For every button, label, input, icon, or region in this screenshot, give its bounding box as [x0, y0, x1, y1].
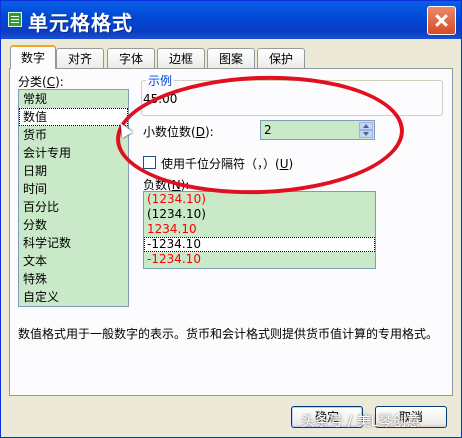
negative-format-item-selected[interactable]: -1234.10	[144, 237, 375, 252]
category-item[interactable]: 自定义	[19, 288, 128, 306]
category-item[interactable]: 文本	[19, 252, 128, 270]
category-item[interactable]: 百分比	[19, 198, 128, 216]
tab-font[interactable]: 字体	[107, 48, 155, 68]
category-item-selected[interactable]: 数值	[19, 108, 128, 126]
window-title: 单元格格式	[28, 11, 133, 35]
negative-format-item[interactable]: (1234.10)	[144, 207, 375, 222]
negative-format-item[interactable]: -1234.10	[144, 252, 375, 267]
category-item[interactable]: 时间	[19, 180, 128, 198]
category-list[interactable]: 常规 数值 货币 会计专用 日期 时间 百分比 分数 科学记数 文本 特殊 自定…	[18, 89, 129, 307]
negative-format-item[interactable]: 1234.10	[144, 222, 375, 237]
dialog-window: 单元格格式 数字 对齐 字体 边框 图案 保护 分类(C): 常规 数值 货币 …	[0, 0, 462, 438]
category-item[interactable]: 分数	[19, 216, 128, 234]
format-description: 数值格式用于一般数字的表示。货币和会计格式则提供货币值计算的专用格式。	[18, 327, 439, 341]
category-item[interactable]: 会计专用	[19, 144, 128, 162]
title-bar[interactable]: 单元格格式	[1, 1, 461, 39]
tab-alignment[interactable]: 对齐	[56, 48, 104, 68]
tab-protection[interactable]: 保护	[257, 48, 305, 68]
close-icon[interactable]	[427, 6, 456, 35]
category-item[interactable]: 常规	[19, 90, 128, 108]
category-item[interactable]: 货币	[19, 126, 128, 144]
tab-patterns[interactable]: 图案	[207, 48, 255, 68]
sample-legend: 示例	[146, 72, 175, 89]
tab-number[interactable]: 数字	[10, 45, 56, 69]
spreadsheet-app-icon	[8, 12, 22, 27]
negative-format-item[interactable]: (1234.10)	[144, 192, 375, 207]
category-item[interactable]: 科学记数	[19, 234, 128, 252]
category-item[interactable]: 特殊	[19, 270, 128, 288]
tab-border[interactable]: 边框	[157, 48, 205, 68]
watermark: 头条号 / 美L琴创意	[301, 414, 421, 430]
category-label: 分类(C):	[18, 75, 64, 89]
category-item[interactable]: 日期	[19, 162, 128, 180]
negative-numbers-list[interactable]: (1234.10) (1234.10) 1234.10 -1234.10 -12…	[143, 191, 376, 269]
